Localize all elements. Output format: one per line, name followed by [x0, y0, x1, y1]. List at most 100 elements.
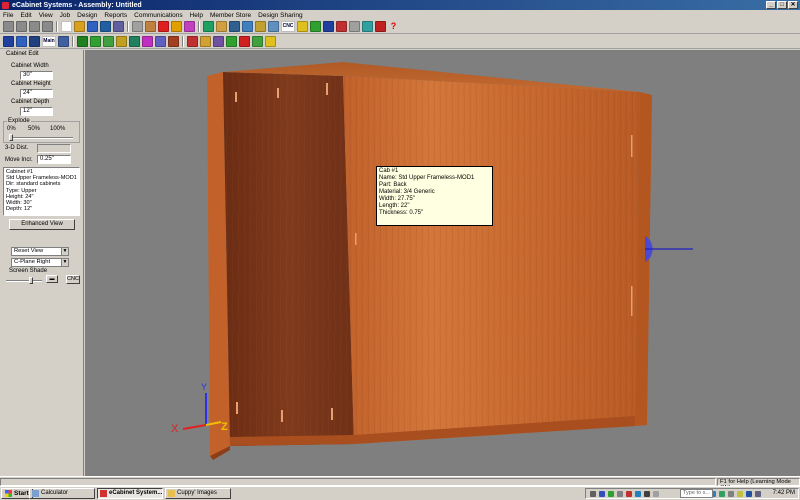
menu-edit[interactable]: Edit — [20, 12, 31, 19]
menu-file[interactable]: File — [3, 12, 13, 19]
toolbar-tool-icon[interactable] — [103, 36, 114, 47]
screen-shade-slider[interactable] — [6, 280, 42, 282]
move-incr-field[interactable]: 0.25" — [37, 155, 71, 164]
tray-app-icon[interactable] — [635, 491, 641, 497]
cabinet-edit-panel: Cabinet Edit Cabinet Width 30" Cabinet H… — [0, 50, 84, 486]
tray-app-icon[interactable] — [746, 491, 752, 497]
menu-reports[interactable]: Reports — [104, 12, 127, 19]
toolbar-tool-icon[interactable] — [265, 36, 276, 47]
taskbar-search-input[interactable]: Type to s... — [680, 489, 713, 498]
menu-communications[interactable]: Communications — [134, 12, 182, 19]
screen-shade-button[interactable]: ▬ — [46, 275, 58, 283]
toolbar-tool-icon[interactable] — [239, 36, 250, 47]
toolbar-tool-icon[interactable] — [255, 21, 266, 32]
toolbar-tool-icon[interactable] — [100, 21, 111, 32]
toolbar-tool-icon[interactable] — [213, 36, 224, 47]
toolbar-tool-icon[interactable] — [200, 36, 211, 47]
toolbar-tool-icon[interactable] — [16, 21, 27, 32]
toolbar-tool-icon[interactable] — [3, 36, 14, 47]
toolbar-tool-icon[interactable] — [61, 21, 72, 32]
tray-app-icon[interactable] — [653, 491, 659, 497]
cnc-toolbar-button[interactable]: CNC — [281, 21, 295, 32]
toolbar-tool-icon[interactable] — [132, 21, 143, 32]
menu-design-sharing[interactable]: Design Sharing — [258, 12, 302, 19]
tray-app-icon[interactable] — [719, 491, 725, 497]
toolbar-tool-icon[interactable] — [268, 21, 279, 32]
view-select[interactable]: Reset View ▼ — [11, 247, 69, 256]
toolbar-tool-icon[interactable] — [226, 36, 237, 47]
toolbar-tool-icon[interactable] — [155, 36, 166, 47]
close-button[interactable]: ✕ — [788, 1, 798, 9]
toolbar-tool-icon[interactable] — [184, 21, 195, 32]
toolbar-tool-icon[interactable] — [242, 21, 253, 32]
tray-app-icon[interactable] — [644, 491, 650, 497]
maximize-button[interactable]: □ — [777, 1, 787, 9]
taskbar-ecabinet[interactable]: eCabinet System... — [97, 488, 163, 499]
tooltip-line: Cab #1 — [379, 168, 399, 174]
toolbar-tool-icon[interactable] — [16, 36, 27, 47]
chevron-down-icon[interactable]: ▼ — [61, 248, 68, 255]
plane-select[interactable]: C-Plane Right ▼ — [11, 258, 69, 267]
explode-slider[interactable] — [9, 137, 73, 139]
tray-app-icon[interactable] — [608, 491, 614, 497]
toolbar-tool-icon[interactable] — [310, 21, 321, 32]
enhanced-view-button[interactable]: Enhanced View — [9, 219, 75, 230]
cnc-button[interactable]: CNC — [66, 275, 80, 284]
toolbar-tool-icon[interactable] — [29, 36, 40, 47]
toolbar-tool-icon[interactable] — [158, 21, 169, 32]
toolbar-tool-icon[interactable] — [297, 21, 308, 32]
help-icon[interactable]: ? — [388, 21, 399, 32]
toolbar-tool-icon[interactable] — [116, 36, 127, 47]
toolbar-tool-icon[interactable] — [142, 36, 153, 47]
toolbar-tool-icon[interactable] — [216, 21, 227, 32]
toolbar-tool-icon[interactable] — [58, 36, 69, 47]
main-toolbar-button[interactable]: Main — [42, 36, 56, 47]
toolbar-tool-icon[interactable] — [323, 21, 334, 32]
toolbar-tool-icon[interactable] — [129, 36, 140, 47]
tray-app-icon[interactable] — [599, 491, 605, 497]
3d-dist-field[interactable] — [37, 144, 71, 153]
toolbar-tool-icon[interactable] — [171, 21, 182, 32]
toolbar-tool-icon[interactable] — [375, 21, 386, 32]
screen-shade-thumb[interactable] — [29, 277, 33, 284]
toolbar-tool-icon[interactable] — [87, 21, 98, 32]
toolbar-tool-icon[interactable] — [252, 36, 263, 47]
toolbar-tool-icon[interactable] — [349, 21, 360, 32]
menu-member-store[interactable]: Member Store — [210, 12, 251, 19]
menu-view[interactable]: View — [39, 12, 53, 19]
volume-icon[interactable] — [755, 491, 761, 497]
x-axis — [182, 424, 207, 430]
cabinet-height-field[interactable]: 24" — [20, 89, 53, 98]
status-help-text: F1 for Help (Learning Mode ON) — [717, 478, 800, 491]
toolbar-tool-icon[interactable] — [362, 21, 373, 32]
chevron-down-icon[interactable]: ▼ — [61, 259, 68, 266]
toolbar-tool-icon[interactable] — [74, 21, 85, 32]
tray-network-icon[interactable] — [590, 491, 596, 497]
toolbar-tool-icon[interactable] — [168, 36, 179, 47]
menu-help[interactable]: Help — [190, 12, 203, 19]
minimize-button[interactable]: _ — [766, 1, 776, 9]
toolbar-tool-icon[interactable] — [336, 21, 347, 32]
tray-app-icon[interactable] — [626, 491, 632, 497]
cabinet-depth-field[interactable]: 12" — [20, 107, 53, 116]
toolbar-tool-icon[interactable] — [3, 21, 14, 32]
toolbar-tool-icon[interactable] — [29, 21, 40, 32]
toolbar-tool-icon[interactable] — [203, 21, 214, 32]
explode-slider-thumb[interactable] — [9, 134, 13, 141]
tray-app-icon[interactable] — [728, 491, 734, 497]
taskbar-images[interactable]: Cuppy' Images — [165, 488, 231, 499]
toolbar-tool-icon[interactable] — [77, 36, 88, 47]
menu-design[interactable]: Design — [77, 12, 97, 19]
cabinet-width-field[interactable]: 30" — [20, 71, 53, 80]
toolbar-tool-icon[interactable] — [42, 21, 53, 32]
toolbar-tool-icon[interactable] — [229, 21, 240, 32]
toolbar-tool-icon[interactable] — [113, 21, 124, 32]
3d-viewport[interactable]: Y X Z Cab #1 Name: Std Upper Frameless-MO… — [85, 50, 800, 476]
toolbar-tool-icon[interactable] — [90, 36, 101, 47]
toolbar-tool-icon[interactable] — [145, 21, 156, 32]
tray-app-icon[interactable] — [617, 491, 623, 497]
toolbar-tool-icon[interactable] — [187, 36, 198, 47]
menu-job[interactable]: Job — [60, 12, 70, 19]
taskbar-calculator[interactable]: Calculator — [29, 488, 95, 499]
tray-app-icon[interactable] — [737, 491, 743, 497]
